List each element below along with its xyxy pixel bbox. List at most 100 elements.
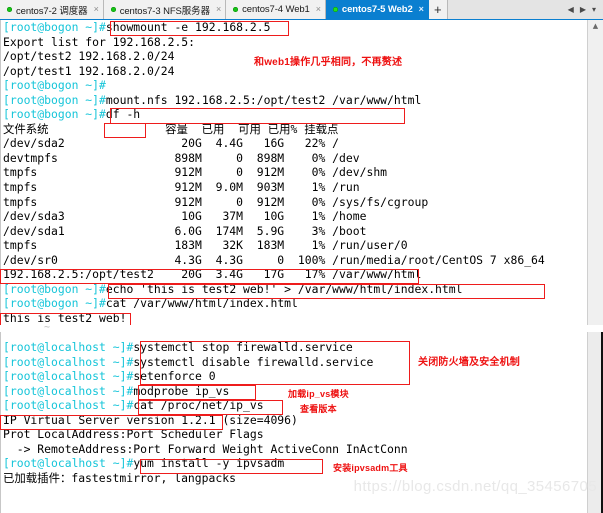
terminal-line: [root@bogon ~]#cat /var/www/html/index.h… bbox=[3, 296, 587, 311]
terminal-line: [root@localhost ~]#setenforce 0 bbox=[3, 369, 587, 384]
terminal-line: Export list for 192.168.2.5: bbox=[3, 35, 587, 50]
terminal-text: tmpfs 912M 0 912M 0% /sys/fs/cgroup bbox=[3, 194, 429, 209]
terminal-line: tmpfs 183M 32K 183M 1% /run/user/0 bbox=[3, 238, 587, 253]
terminal-line: IP Virtual Server version 1.2.1 (size=40… bbox=[3, 413, 587, 428]
tab-label: centos7-4 Web1 bbox=[242, 4, 310, 15]
shell-prompt: [root@bogon ~]# bbox=[3, 78, 106, 93]
terminal-text: /opt/test2 192.168.2.0/24 bbox=[3, 49, 175, 64]
tab-centos7-5[interactable]: centos7-5 Web2 × bbox=[325, 0, 429, 19]
status-dot-icon bbox=[233, 7, 239, 12]
terminal-line: [root@bogon ~]#showmount -e 192.168.2.5 bbox=[3, 20, 587, 35]
terminal-line: [root@bogon ~]#df -h bbox=[3, 107, 587, 122]
tab-scroll-right-icon[interactable]: ▶ bbox=[580, 5, 586, 14]
terminal-line: /dev/sda3 10G 37M 10G 1% /home bbox=[3, 209, 587, 224]
terminal-line: 192.168.2.5:/opt/test2 20G 3.4G 17G 17% … bbox=[3, 267, 587, 282]
terminal-line: tmpfs 912M 0 912M 0% /dev/shm bbox=[3, 165, 587, 180]
terminal-text: IP Virtual Server version 1.2.1 (size=40… bbox=[3, 412, 298, 427]
close-icon[interactable]: × bbox=[216, 5, 221, 14]
terminal-line: 文件系统 容量 已用 可用 已用% 挂载点 bbox=[3, 122, 587, 137]
status-dot-icon bbox=[7, 7, 12, 12]
terminal-line: devtmpfs 898M 0 898M 0% /dev bbox=[3, 151, 587, 166]
note-firewall: 关闭防火墙及安全机制 bbox=[418, 357, 520, 368]
terminal-text: 文件系统 容量 已用 可用 已用% 挂载点 bbox=[3, 121, 339, 136]
scrollbar-bottom[interactable] bbox=[587, 332, 603, 513]
shell-prompt: [root@localhost ~]# bbox=[3, 383, 134, 398]
terminal-text: setenforce 0 bbox=[133, 369, 216, 384]
tab-list-menu-icon[interactable]: ▾ bbox=[592, 5, 596, 14]
terminal-text: tmpfs 912M 0 912M 0% /dev/shm bbox=[3, 165, 388, 180]
tab-bar-filler bbox=[447, 0, 564, 19]
terminal-text: /opt/test1 192.168.2.0/24 bbox=[3, 63, 175, 78]
terminal-text: devtmpfs 898M 0 898M 0% /dev bbox=[3, 150, 360, 165]
terminal-text: Prot LocalAddress:Port Scheduler Flags bbox=[3, 427, 264, 442]
tab-label: centos7-2 调度器 bbox=[16, 5, 88, 17]
status-dot-icon bbox=[110, 7, 116, 12]
new-tab-button[interactable]: + bbox=[428, 0, 448, 19]
terminal-text: 已加载插件：fastestmirror, langpacks bbox=[3, 470, 236, 485]
tab-centos7-2[interactable]: centos7-2 调度器 × bbox=[0, 0, 104, 19]
shell-prompt: [root@localhost ~]# bbox=[3, 456, 134, 471]
terminal-line: [root@bogon ~]#mount.nfs 192.168.2.5:/op… bbox=[3, 93, 587, 108]
terminal-line: [root@bogon ~]#echo 'this is test2 web!'… bbox=[3, 282, 587, 297]
tab-label: centos7-3 NFS服务器 bbox=[119, 5, 210, 17]
close-icon[interactable]: × bbox=[316, 5, 321, 14]
shell-prompt: [root@localhost ~]# bbox=[3, 354, 134, 369]
terminal-line: [root@localhost ~]#yum install -y ipvsad… bbox=[3, 456, 587, 471]
terminal-line: tmpfs 912M 0 912M 0% /sys/fs/cgroup bbox=[3, 195, 587, 210]
terminal-pane-top[interactable]: [root@bogon ~]#showmount -e 192.168.2.5 E… bbox=[0, 20, 603, 325]
status-dot-icon bbox=[332, 7, 338, 12]
terminal-text: modprobe ip_vs bbox=[133, 383, 230, 398]
terminal-line: 已加载插件：fastestmirror, langpacks bbox=[3, 471, 587, 486]
tab-centos7-3[interactable]: centos7-3 NFS服务器 × bbox=[103, 0, 227, 19]
close-icon[interactable]: × bbox=[94, 5, 99, 14]
note-install: 安装ipvsadm工具 bbox=[333, 463, 408, 473]
terminal-tab-bar: centos7-2 调度器 × centos7-3 NFS服务器 × cento… bbox=[0, 0, 603, 20]
terminal-line: /dev/sr0 4.3G 4.3G 0 100% /run/media/roo… bbox=[3, 253, 587, 268]
terminal-text: 192.168.2.5:/opt/test2 20G 3.4G 17G 17% … bbox=[3, 267, 422, 282]
tab-scroll-left-icon[interactable]: ◀ bbox=[568, 5, 574, 14]
scrollbar-top[interactable]: ▲ bbox=[587, 20, 603, 325]
terminal-text: /dev/sda2 20G 4.4G 16G 22% / bbox=[3, 136, 340, 151]
terminal-line: /dev/sda1 6.0G 174M 5.9G 3% /boot bbox=[3, 224, 587, 239]
terminal-text: this is test2 web! bbox=[3, 310, 127, 325]
tab-nav-controls: ◀ ▶ ▾ bbox=[563, 0, 603, 19]
terminal-line: [root@bogon ~]# bbox=[3, 78, 587, 93]
terminal-text: /dev/sr0 4.3G 4.3G 0 100% /run/media/roo… bbox=[3, 252, 545, 267]
terminal-text: yum install -y ipvsadm bbox=[133, 456, 285, 471]
scroll-up-icon[interactable]: ▲ bbox=[588, 20, 603, 32]
terminal-text: -> RemoteAddress:Port Forward Weight Act… bbox=[3, 441, 408, 456]
shell-prompt: [root@bogon ~]# bbox=[3, 107, 106, 122]
terminal-text: cat /var/www/html/index.html bbox=[105, 296, 298, 311]
shell-prompt: [root@localhost ~]# bbox=[3, 398, 134, 413]
terminal-text: systemctl stop firewalld.service bbox=[133, 340, 353, 354]
terminal-text: echo 'this is test2 web!' > /var/www/htm… bbox=[105, 281, 463, 296]
terminal-text: tmpfs 183M 32K 183M 1% /run/user/0 bbox=[3, 238, 408, 253]
terminal-text: showmount -e 192.168.2.5 bbox=[105, 20, 271, 34]
shell-prompt: [root@bogon ~]# bbox=[3, 92, 106, 107]
pane-gap-artifact: ~ bbox=[44, 325, 51, 331]
close-icon[interactable]: × bbox=[419, 5, 424, 14]
shell-prompt: [root@localhost ~]# bbox=[3, 369, 134, 384]
shell-prompt: [root@localhost ~]# bbox=[3, 340, 134, 354]
terminal-line: this is test2 web! bbox=[3, 311, 587, 325]
note-web1: 和web1操作几乎相同，不再赘述 bbox=[254, 57, 403, 68]
terminal-text: Export list for 192.168.2.5: bbox=[3, 34, 196, 49]
terminal-line: Prot LocalAddress:Port Scheduler Flags bbox=[3, 427, 587, 442]
tab-label: centos7-5 Web2 bbox=[341, 4, 413, 15]
tab-centos7-4[interactable]: centos7-4 Web1 × bbox=[226, 0, 326, 19]
note-version: 查看版本 bbox=[300, 404, 337, 414]
terminal-text: cat /proc/net/ip_vs bbox=[133, 398, 264, 413]
shell-prompt: [root@bogon ~]# bbox=[3, 296, 106, 311]
terminal-line: tmpfs 912M 9.0M 903M 1% /run bbox=[3, 180, 587, 195]
terminal-text: /dev/sda1 6.0G 174M 5.9G 3% /boot bbox=[3, 223, 367, 238]
terminal-text: df -h bbox=[105, 107, 141, 122]
terminal-text: /dev/sda3 10G 37M 10G 1% /home bbox=[3, 209, 367, 224]
terminal-pane-bottom[interactable]: [root@localhost ~]#systemctl stop firewa… bbox=[0, 332, 603, 513]
terminal-line: -> RemoteAddress:Port Forward Weight Act… bbox=[3, 442, 587, 457]
terminal-line: /dev/sda2 20G 4.4G 16G 22% / bbox=[3, 136, 587, 151]
shell-prompt: [root@bogon ~]# bbox=[3, 20, 106, 34]
shell-prompt: [root@bogon ~]# bbox=[3, 281, 106, 296]
terminal-text: tmpfs 912M 9.0M 903M 1% /run bbox=[3, 180, 360, 195]
terminal-text: systemctl disable firewalld.service bbox=[133, 354, 374, 369]
terminal-text: mount.nfs 192.168.2.5:/opt/test2 /var/ww… bbox=[105, 92, 422, 107]
